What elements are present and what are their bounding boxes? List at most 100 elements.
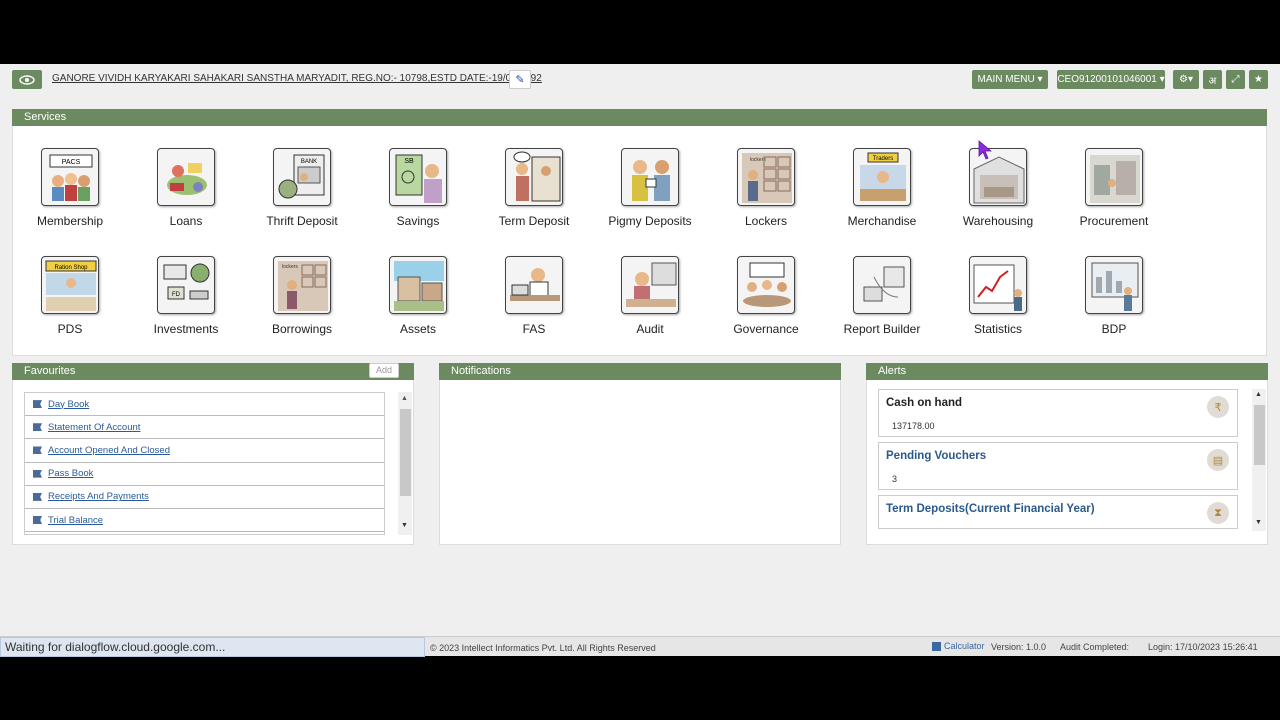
settings-dropdown-button[interactable]: ⚙▾ <box>1173 70 1199 89</box>
language-button[interactable]: अ <box>1203 70 1222 89</box>
favourite-star-button[interactable]: ★ <box>1249 70 1268 89</box>
eye-icon <box>19 74 35 85</box>
service-bdp[interactable]: BDP <box>1056 256 1172 356</box>
service-label: Term Deposit <box>498 214 570 228</box>
service-label: FAS <box>522 322 546 336</box>
service-label: Lockers <box>744 214 788 228</box>
investments-icon: FD <box>157 256 215 314</box>
service-pigmy-deposits[interactable]: Pigmy Deposits <box>592 148 708 248</box>
service-savings[interactable]: SB Savings <box>360 148 476 248</box>
copyright-text: © 2023 Intellect Informatics Pvt. Ltd. A… <box>430 643 656 653</box>
alert-title: Pending Vouchers <box>886 450 987 462</box>
calculator-link[interactable]: Calculator <box>932 641 985 651</box>
edit-icon[interactable]: ✎ <box>509 70 531 89</box>
service-label: Audit <box>636 322 664 336</box>
rupee-icon: ₹ <box>1207 396 1229 418</box>
favourite-item[interactable]: Pass Book <box>25 463 384 486</box>
service-label: Membership <box>36 214 104 228</box>
alert-term-deposits[interactable]: Term Deposits(Current Financial Year) ⧗ <box>878 495 1238 529</box>
service-assets[interactable]: Assets <box>360 256 476 356</box>
service-thrift-deposit[interactable]: BANK Thrift Deposit <box>244 148 360 248</box>
org-title-link[interactable]: GANORE VIVIDH KARYAKARI SAHAKARI SANSTHA… <box>52 73 542 84</box>
lockers-icon: lockers <box>737 148 795 206</box>
favourite-label: Trial Balance <box>48 514 104 526</box>
service-label: Savings <box>396 214 440 228</box>
svg-text:BANK: BANK <box>301 159 317 165</box>
favourite-label: Day Book <box>48 398 90 410</box>
fas-icon <box>505 256 563 314</box>
service-label: Pigmy Deposits <box>608 214 692 228</box>
service-investments[interactable]: FD Investments <box>128 256 244 356</box>
alert-pending-vouchers[interactable]: Pending Vouchers 3 ▤ <box>878 442 1238 490</box>
scroll-thumb[interactable] <box>400 409 411 496</box>
main-menu-button[interactable]: MAIN MENU ▾ <box>972 70 1048 89</box>
scroll-down-icon[interactable]: ▼ <box>401 522 408 529</box>
scroll-down-icon[interactable]: ▼ <box>1255 519 1262 526</box>
service-lockers[interactable]: lockers Lockers <box>708 148 824 248</box>
alert-cash-on-hand[interactable]: Cash on hand 137178.00 ₹ <box>878 389 1238 437</box>
favourite-label: Statement Of Account <box>48 421 141 433</box>
calculator-icon <box>932 641 941 651</box>
book-icon: ▤ <box>1207 449 1229 471</box>
alerts-scrollbar[interactable]: ▲ ▼ <box>1252 389 1266 531</box>
svg-text:lockers: lockers <box>282 264 298 270</box>
loading-status: Waiting for dialogflow.cloud.google.com.… <box>0 637 425 657</box>
favourites-scrollbar[interactable]: ▲ ▼ <box>398 392 412 535</box>
service-label: Investments <box>153 322 219 336</box>
favourite-item[interactable]: Receipts And Payments <box>25 486 384 509</box>
alert-value: 137178.00 <box>892 421 935 431</box>
audit-status: Audit Completed: <box>1060 642 1130 652</box>
add-favourite-button[interactable]: Add <box>369 363 399 378</box>
favourite-item[interactable]: Statement Of Account <box>25 416 384 440</box>
version-text: Version: 1.0.0 <box>991 642 1047 652</box>
service-label: BDP <box>1101 322 1127 336</box>
flag-icon <box>33 446 42 455</box>
favourite-item[interactable]: Trial Balance <box>25 509 384 533</box>
fullscreen-button[interactable]: ⤢ <box>1226 70 1245 89</box>
app-window: GANORE VIVIDH KARYAKARI SAHAKARI SANSTHA… <box>0 64 1280 657</box>
svg-text:PACS: PACS <box>62 159 81 166</box>
scroll-up-icon[interactable]: ▲ <box>1255 391 1262 398</box>
statistics-icon <box>969 256 1027 314</box>
service-fas[interactable]: FAS <box>476 256 592 356</box>
scroll-up-icon[interactable]: ▲ <box>401 395 408 402</box>
scroll-thumb[interactable] <box>1254 405 1265 465</box>
flag-icon <box>33 516 42 525</box>
merchandise-icon: Traders <box>853 148 911 206</box>
service-procurement[interactable]: Procurement <box>1056 148 1172 248</box>
governance-icon <box>737 256 795 314</box>
procurement-icon <box>1085 148 1143 206</box>
svg-text:Ration Shop: Ration Shop <box>54 265 88 271</box>
expand-icon: ⤢ <box>1231 74 1240 85</box>
service-loans[interactable]: Loans <box>128 148 244 248</box>
notifications-header: Notifications <box>439 363 841 380</box>
service-label: Loans <box>169 214 203 228</box>
alert-title: Term Deposits(Current Financial Year) <box>886 503 1095 515</box>
service-report-builder[interactable]: Report Builder <box>824 256 940 356</box>
pds-icon: Ration Shop <box>41 256 99 314</box>
service-label: Report Builder <box>843 322 921 336</box>
service-label: Statistics <box>973 322 1022 336</box>
service-pds[interactable]: Ration Shop PDS <box>12 256 128 356</box>
service-audit[interactable]: Audit <box>592 256 708 356</box>
hourglass-icon: ⧗ <box>1207 502 1229 524</box>
service-term-deposit[interactable]: Term Deposit <box>476 148 592 248</box>
user-menu-button[interactable]: CEO91200101046001 ▾ <box>1057 70 1165 89</box>
favourite-item[interactable]: Day Book <box>25 393 384 417</box>
service-statistics[interactable]: Statistics <box>940 256 1056 356</box>
gear-icon: ⚙▾ <box>1179 74 1193 85</box>
svg-text:FD: FD <box>172 292 181 298</box>
service-governance[interactable]: Governance <box>708 256 824 356</box>
login-timestamp: Login: 17/10/2023 15:26:41 <box>1148 642 1258 652</box>
service-borrowings[interactable]: lockers Borrowings <box>244 256 360 356</box>
service-warehousing[interactable]: Warehousing <box>940 148 1056 248</box>
home-eye-button[interactable] <box>12 70 42 89</box>
favourite-item[interactable]: Account Opened And Closed <box>25 439 384 463</box>
service-label: Borrowings <box>271 322 333 336</box>
service-label: Procurement <box>1079 214 1149 228</box>
calculator-label: Calculator <box>944 641 985 651</box>
audit-icon <box>621 256 679 314</box>
service-membership[interactable]: PACS Membership <box>12 148 128 248</box>
service-merchandise[interactable]: Traders Merchandise <box>824 148 940 248</box>
svg-text:SB: SB <box>404 158 414 165</box>
